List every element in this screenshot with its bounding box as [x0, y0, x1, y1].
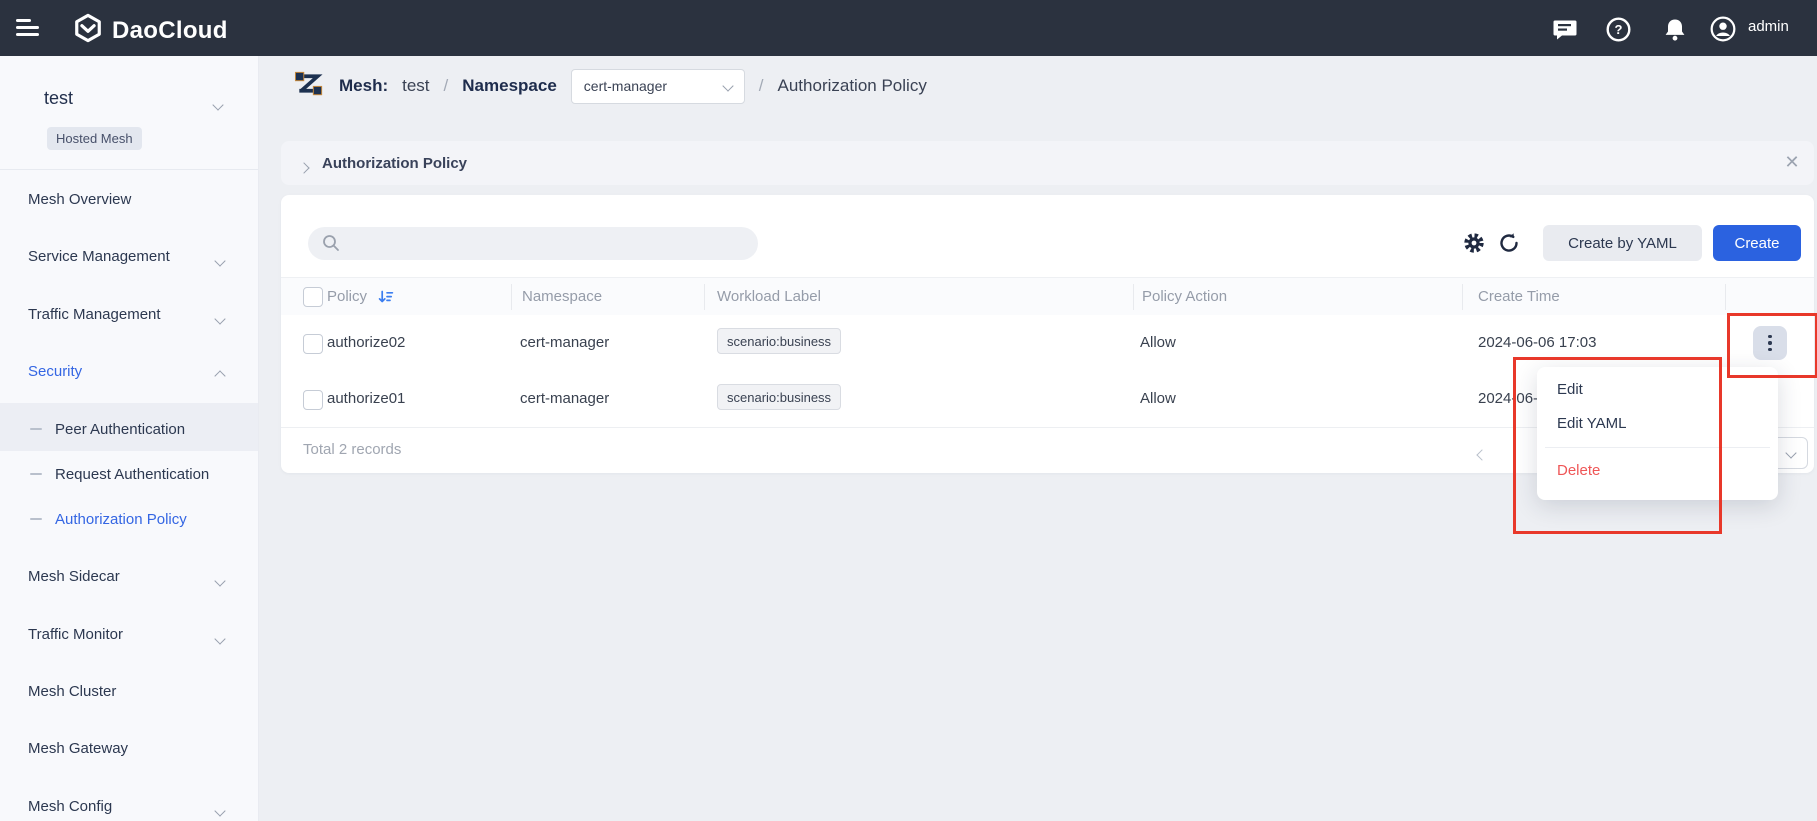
sidebar-item-traffic-management[interactable]: Traffic Management: [0, 294, 258, 334]
table-header: Policy Namespace Workload Label Policy A…: [281, 277, 1814, 317]
chevron-down-icon: [216, 572, 224, 589]
sidebar-item-mesh-sidecar[interactable]: Mesh Sidecar: [0, 556, 258, 596]
namespace-select[interactable]: cert-manager: [571, 69, 745, 104]
row-checkbox[interactable]: [303, 334, 323, 354]
chevron-down-icon: [216, 802, 224, 819]
column-namespace[interactable]: Namespace: [522, 288, 602, 305]
hosted-mesh-badge: Hosted Mesh: [47, 127, 142, 150]
sidebar-mesh-name[interactable]: test: [44, 88, 73, 109]
pagination-prev-icon[interactable]: [1478, 446, 1486, 464]
breadcrumb-separator: /: [759, 76, 764, 96]
dash-icon: [30, 518, 42, 521]
hamburger-menu-icon[interactable]: [16, 19, 40, 37]
table-row: authorize02 cert-manager scenario:busine…: [281, 315, 1814, 372]
breadcrumb-separator: /: [444, 76, 449, 96]
policy-info-panel[interactable]: [281, 141, 1814, 185]
sidebar-item-service-management[interactable]: Service Management: [0, 236, 258, 276]
breadcrumb: Mesh: test / Namespace cert-manager / Au…: [294, 64, 927, 108]
workload-label-badge: scenario:business: [717, 328, 841, 354]
cell-policy: authorize02: [327, 334, 405, 351]
cell-namespace: cert-manager: [520, 390, 609, 407]
help-icon[interactable]: ?: [1605, 16, 1631, 42]
workload-label-badge: scenario:business: [717, 384, 841, 410]
create-by-yaml-button[interactable]: Create by YAML: [1543, 225, 1702, 261]
dash-icon: [30, 473, 42, 476]
cell-policy: authorize01: [327, 390, 405, 407]
app-screen: DaoCloud ?: [0, 0, 1817, 821]
total-records: Total 2 records: [303, 441, 401, 458]
column-policy-action[interactable]: Policy Action: [1142, 288, 1227, 305]
username[interactable]: admin: [1748, 18, 1789, 35]
sidebar-item-security[interactable]: Security: [0, 351, 258, 391]
brand-name: DaoCloud: [112, 17, 228, 45]
breadcrumb-namespace-label: Namespace: [462, 76, 557, 96]
breadcrumb-mesh-label: Mesh:: [339, 76, 388, 96]
chevron-right-icon[interactable]: [300, 159, 308, 177]
chevron-up-icon: [216, 367, 224, 384]
row-checkbox[interactable]: [303, 390, 323, 410]
avatar[interactable]: [1710, 16, 1736, 42]
sidebar-divider: [0, 169, 258, 170]
sidebar-item-mesh-overview[interactable]: Mesh Overview: [0, 179, 258, 219]
create-button[interactable]: Create: [1713, 225, 1801, 261]
menu-item-edit-yaml[interactable]: Edit YAML: [1537, 407, 1778, 441]
dash-icon: [30, 428, 42, 431]
sidebar-item-peer-authentication[interactable]: Peer Authentication: [0, 409, 258, 449]
mesh-switcher-chevron-icon[interactable]: [214, 96, 222, 114]
chevron-down-icon: [216, 310, 224, 327]
refresh-icon[interactable]: [1498, 232, 1520, 254]
menu-divider: [1545, 447, 1770, 448]
chat-icon[interactable]: [1552, 16, 1578, 42]
cell-policy-action: Allow: [1140, 334, 1176, 351]
menu-item-edit[interactable]: Edit: [1537, 373, 1778, 407]
brand-logo[interactable]: DaoCloud: [73, 13, 228, 48]
sidebar-item-mesh-gateway[interactable]: Mesh Gateway: [0, 728, 258, 768]
chevron-down-icon: [216, 252, 224, 269]
panel-title: Authorization Policy: [322, 155, 467, 172]
mesh-topology-icon: [294, 69, 323, 103]
row-context-menu: Edit Edit YAML Delete: [1537, 367, 1778, 500]
breadcrumb-mesh-value[interactable]: test: [402, 76, 429, 96]
bell-icon[interactable]: [1662, 16, 1688, 42]
cell-create-time: 2024-06-06 17:03: [1478, 334, 1596, 351]
sidebar-item-request-authentication[interactable]: Request Authentication: [0, 454, 258, 494]
sidebar-item-mesh-cluster[interactable]: Mesh Cluster: [0, 671, 258, 711]
sidebar-item-authorization-policy[interactable]: Authorization Policy: [0, 499, 258, 539]
chevron-down-icon: [216, 630, 224, 647]
column-create-time[interactable]: Create Time: [1478, 288, 1560, 305]
sidebar-item-traffic-monitor[interactable]: Traffic Monitor: [0, 614, 258, 654]
search-icon: [322, 234, 340, 252]
top-navbar: DaoCloud ?: [0, 0, 1817, 56]
sidebar-item-mesh-config[interactable]: Mesh Config: [0, 786, 258, 821]
daocloud-logo-icon: [73, 13, 103, 48]
close-icon[interactable]: ✕: [1782, 152, 1802, 172]
chevron-down-icon: [722, 80, 733, 91]
breadcrumb-page: Authorization Policy: [778, 76, 927, 96]
settings-gear-icon[interactable]: [1463, 232, 1485, 254]
cell-policy-action: Allow: [1140, 390, 1176, 407]
cell-namespace: cert-manager: [520, 334, 609, 351]
svg-text:?: ?: [1614, 22, 1622, 37]
sort-icon[interactable]: [378, 289, 394, 310]
column-workload-label[interactable]: Workload Label: [717, 288, 821, 305]
search-box: [308, 227, 758, 260]
namespace-select-value: cert-manager: [584, 78, 667, 94]
row-actions-kebab-button[interactable]: [1753, 326, 1787, 360]
column-policy[interactable]: Policy: [327, 288, 367, 305]
select-all-checkbox[interactable]: [303, 287, 323, 307]
menu-item-delete[interactable]: Delete: [1537, 454, 1778, 488]
search-input[interactable]: [350, 227, 744, 262]
